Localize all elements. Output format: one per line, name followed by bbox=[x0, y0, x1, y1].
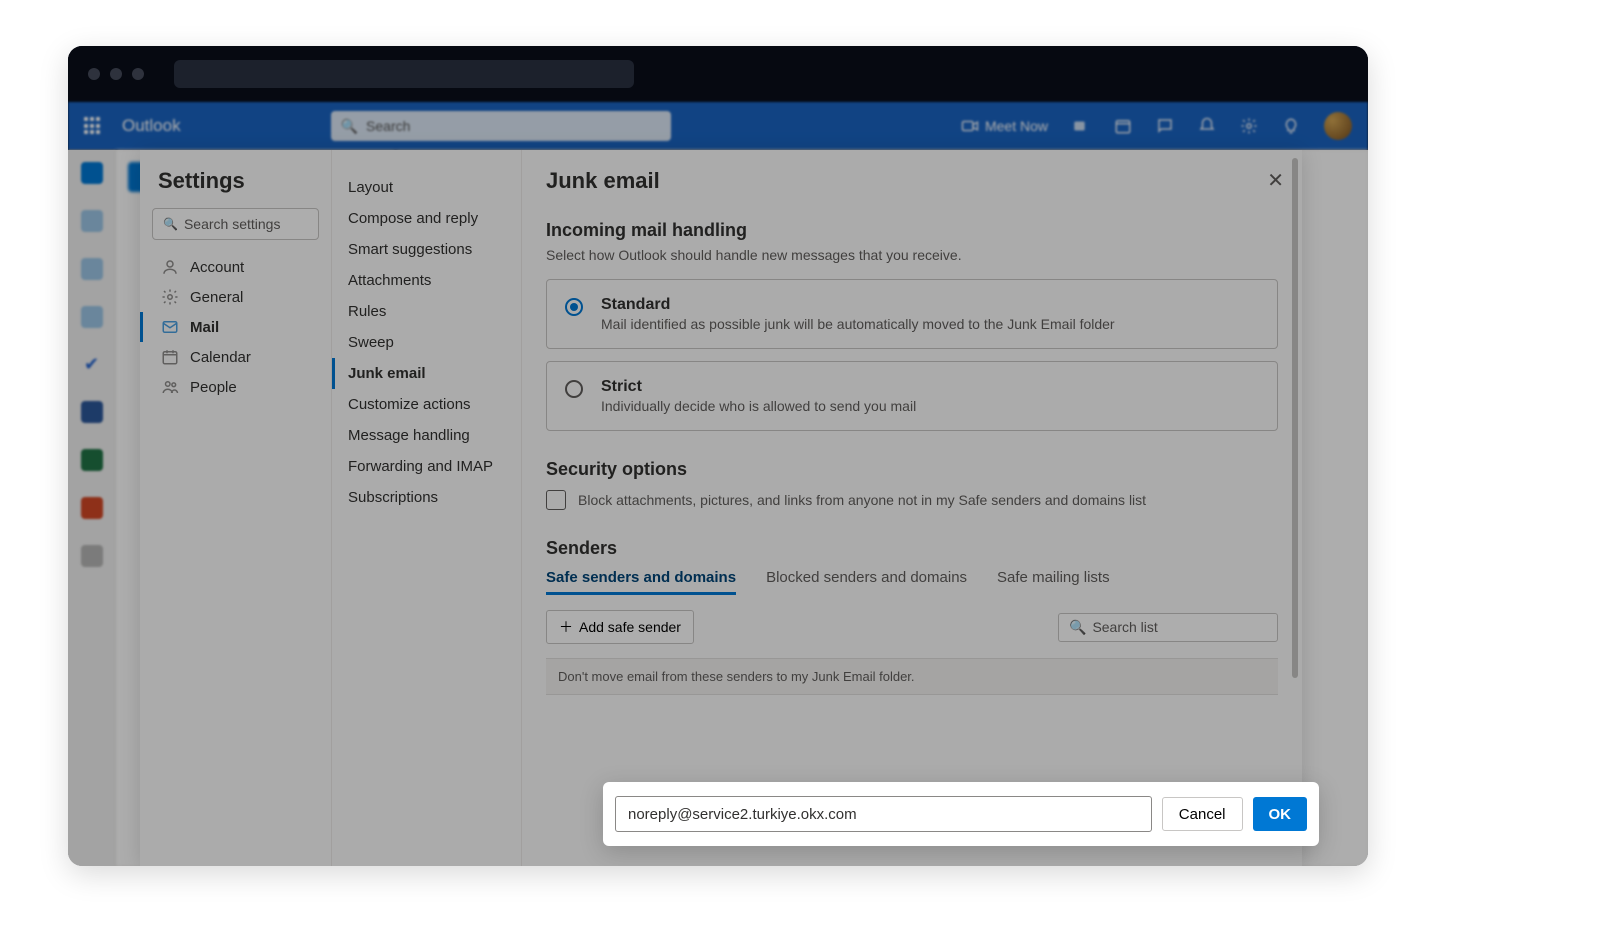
rail-powerpoint-icon[interactable] bbox=[81, 497, 103, 519]
calendar-icon bbox=[160, 348, 180, 366]
option-strict[interactable]: Strict Individually decide who is allowe… bbox=[546, 361, 1278, 431]
plus-icon: ＋ bbox=[559, 617, 573, 637]
safe-sender-input[interactable] bbox=[615, 796, 1152, 832]
option-standard-title: Standard bbox=[601, 296, 1115, 314]
left-rail: ✔ bbox=[68, 150, 116, 866]
settings-search[interactable]: 🔍 Search settings bbox=[152, 208, 319, 240]
senders-hint: Don't move email from these senders to m… bbox=[546, 658, 1278, 695]
nav-mail[interactable]: Mail bbox=[140, 312, 319, 342]
calendar-icon[interactable] bbox=[1114, 117, 1132, 135]
nav-calendar[interactable]: Calendar bbox=[152, 342, 319, 372]
rail-excel-icon[interactable] bbox=[81, 449, 103, 471]
titlebar bbox=[68, 46, 1368, 102]
video-icon bbox=[961, 117, 979, 135]
gear-icon[interactable] bbox=[1240, 117, 1258, 135]
gear-icon bbox=[160, 288, 180, 306]
subnav-sweep[interactable]: Sweep bbox=[340, 327, 517, 358]
rail-files-icon[interactable] bbox=[81, 306, 103, 328]
ok-button[interactable]: OK bbox=[1253, 797, 1308, 831]
bulb-icon[interactable] bbox=[1282, 117, 1300, 135]
rail-mail-icon[interactable] bbox=[81, 162, 103, 184]
settings-nav-column: Settings 🔍 Search settings Account Gener… bbox=[140, 150, 332, 866]
checkbox-icon bbox=[546, 490, 566, 510]
subnav-attachments[interactable]: Attachments bbox=[340, 265, 517, 296]
settings-content: ✕ Junk email Incoming mail handling Sele… bbox=[522, 150, 1302, 866]
page-title: Junk email bbox=[546, 168, 1278, 194]
search-icon: 🔍 bbox=[1069, 619, 1086, 636]
option-strict-title: Strict bbox=[601, 378, 916, 396]
add-safe-sender-button[interactable]: ＋ Add safe sender bbox=[546, 610, 694, 644]
search-icon: 🔍 bbox=[163, 217, 178, 231]
subnav-forwarding[interactable]: Forwarding and IMAP bbox=[340, 451, 517, 482]
subnav-compose[interactable]: Compose and reply bbox=[340, 203, 517, 234]
nav-general[interactable]: General bbox=[152, 282, 319, 312]
incoming-title: Incoming mail handling bbox=[546, 220, 1278, 241]
app-title: Outlook bbox=[122, 116, 181, 136]
app-launcher-icon[interactable] bbox=[84, 117, 102, 135]
settings-subnav-column: Layout Compose and reply Smart suggestio… bbox=[332, 150, 522, 866]
option-standard-desc: Mail identified as possible junk will be… bbox=[601, 316, 1115, 332]
person-icon bbox=[160, 258, 180, 276]
header-search[interactable]: 🔍 Search bbox=[331, 111, 671, 141]
rail-people-icon[interactable] bbox=[81, 258, 103, 280]
block-checkbox-row[interactable]: Block attachments, pictures, and links f… bbox=[546, 490, 1278, 510]
tab-blocked-senders[interactable]: Blocked senders and domains bbox=[766, 569, 967, 595]
window-min-dot[interactable] bbox=[110, 68, 122, 80]
bell-icon[interactable] bbox=[1198, 117, 1216, 135]
traffic-lights bbox=[88, 68, 144, 80]
subnav-message-handling[interactable]: Message handling bbox=[340, 420, 517, 451]
rail-calendar-icon[interactable] bbox=[81, 210, 103, 232]
subnav-customize[interactable]: Customize actions bbox=[340, 389, 517, 420]
subnav-subscriptions[interactable]: Subscriptions bbox=[340, 482, 517, 513]
security-title: Security options bbox=[546, 459, 1278, 480]
search-icon: 🔍 bbox=[341, 118, 358, 135]
tab-safe-senders[interactable]: Safe senders and domains bbox=[546, 569, 736, 595]
people-icon bbox=[160, 378, 180, 396]
safe-sender-input-row: Cancel OK bbox=[603, 782, 1319, 846]
close-icon[interactable]: ✕ bbox=[1267, 168, 1284, 193]
settings-panel: Settings 🔍 Search settings Account Gener… bbox=[140, 150, 1302, 866]
window-close-dot[interactable] bbox=[88, 68, 100, 80]
subnav-smart[interactable]: Smart suggestions bbox=[340, 234, 517, 265]
subnav-junk[interactable]: Junk email bbox=[332, 358, 517, 389]
option-strict-desc: Individually decide who is allowed to se… bbox=[601, 398, 916, 414]
address-bar[interactable] bbox=[174, 60, 634, 88]
subnav-rules[interactable]: Rules bbox=[340, 296, 517, 327]
subnav-layout[interactable]: Layout bbox=[340, 172, 517, 203]
teams-icon[interactable] bbox=[1072, 117, 1090, 135]
outlook-header: Outlook 🔍 Search Meet Now bbox=[68, 102, 1368, 150]
radio-selected-icon bbox=[565, 298, 583, 316]
radio-unselected-icon bbox=[565, 380, 583, 398]
avatar[interactable] bbox=[1324, 112, 1352, 140]
chat-icon[interactable] bbox=[1156, 117, 1174, 135]
rail-todo-icon[interactable]: ✔ bbox=[84, 354, 99, 375]
scrollbar[interactable] bbox=[1292, 158, 1298, 678]
rail-more-icon[interactable] bbox=[81, 545, 103, 567]
settings-title: Settings bbox=[152, 168, 319, 194]
search-list-input[interactable]: 🔍 Search list bbox=[1058, 613, 1278, 642]
nav-people[interactable]: People bbox=[152, 372, 319, 402]
rail-word-icon[interactable] bbox=[81, 401, 103, 423]
incoming-desc: Select how Outlook should handle new mes… bbox=[546, 247, 1278, 263]
cancel-button[interactable]: Cancel bbox=[1162, 797, 1243, 831]
browser-frame: Outlook 🔍 Search Meet Now ✔ bbox=[68, 46, 1368, 866]
window-max-dot[interactable] bbox=[132, 68, 144, 80]
meet-now-button[interactable]: Meet Now bbox=[961, 117, 1048, 135]
nav-account[interactable]: Account bbox=[152, 252, 319, 282]
senders-title: Senders bbox=[546, 538, 1278, 559]
mail-icon bbox=[160, 318, 180, 336]
tab-safe-mailing[interactable]: Safe mailing lists bbox=[997, 569, 1110, 595]
header-search-placeholder: Search bbox=[366, 118, 410, 134]
block-label: Block attachments, pictures, and links f… bbox=[578, 492, 1146, 508]
option-standard[interactable]: Standard Mail identified as possible jun… bbox=[546, 279, 1278, 349]
